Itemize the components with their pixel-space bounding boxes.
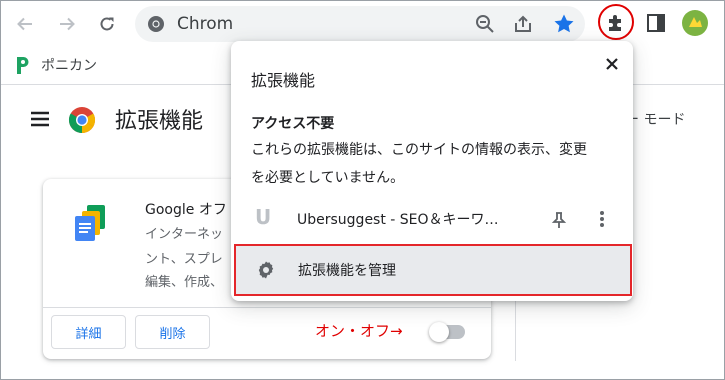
address-text[interactable]: Chrom — [177, 14, 267, 34]
bookmark-ponikan[interactable]: ポニカン — [15, 55, 97, 75]
toggle-knob — [429, 322, 449, 342]
remove-button[interactable]: 削除 — [135, 315, 210, 349]
forward-button[interactable] — [53, 10, 81, 38]
reload-button[interactable] — [93, 10, 121, 38]
bookmark-star-icon[interactable] — [553, 13, 575, 35]
extension-card-desc-line: 編集、作成、 — [145, 275, 224, 290]
address-bar[interactable]: Chrom — [135, 6, 585, 42]
back-button[interactable] — [11, 10, 39, 38]
profile-avatar-icon[interactable] — [681, 9, 709, 37]
chrome-site-icon — [148, 16, 164, 32]
manage-extensions-label: 拡張機能を管理 — [298, 263, 396, 279]
developer-mode-label[interactable]: ー モード — [625, 109, 685, 129]
close-button[interactable] — [601, 53, 623, 75]
popup-description: これらの拡張機能は、このサイトの情報の表示、変更 — [251, 142, 587, 158]
extension-card-desc-line: ント、スプレ — [145, 252, 223, 267]
extensions-popup: 拡張機能 アクセス不要 これらの拡張機能は、このサイトの情報の表示、変更 を必要… — [231, 41, 633, 301]
chrome-logo-icon — [68, 107, 96, 134]
reload-icon — [100, 17, 114, 31]
puzzle-extensions-icon[interactable] — [605, 12, 627, 34]
popup-title: 拡張機能 — [251, 71, 316, 90]
extension-toggle[interactable] — [429, 322, 465, 342]
more-vert-icon[interactable] — [599, 210, 605, 228]
card-divider — [43, 307, 491, 308]
browser-window: Chrom ポニカン 拡張機能 ー モード Google オフ インターネッ ン… — [0, 0, 725, 380]
hamburger-menu-icon[interactable] — [29, 109, 51, 129]
zoom-out-icon[interactable] — [475, 14, 495, 34]
settings-gear-icon — [258, 261, 274, 279]
on-off-annotation: オン・オフ→ — [315, 322, 403, 340]
manage-extensions-button[interactable]: 拡張機能を管理 — [234, 244, 632, 296]
share-icon[interactable] — [513, 14, 533, 34]
close-icon — [606, 58, 618, 70]
side-panel-icon[interactable] — [646, 13, 666, 33]
p-logo-icon — [17, 57, 29, 74]
pin-icon[interactable] — [551, 211, 567, 229]
popup-section-heading: アクセス不要 — [251, 116, 335, 132]
ubersuggest-icon: U — [255, 205, 272, 229]
extension-card-title: Google オフ — [145, 202, 227, 218]
extension-card-desc-line: インターネッ — [145, 227, 224, 242]
arrow-left-icon — [17, 17, 32, 31]
extension-name: Ubersuggest - SEO＆キーワ… — [297, 212, 499, 228]
bookmark-label: ポニカン — [41, 58, 97, 74]
popup-description: を必要としていません。 — [251, 170, 405, 186]
google-docs-offline-icon — [75, 205, 105, 241]
extension-list-item[interactable]: U Ubersuggest - SEO＆キーワ… — [231, 199, 633, 239]
arrow-right-icon — [60, 17, 75, 31]
details-button[interactable]: 詳細 — [51, 315, 126, 349]
page-title: 拡張機能 — [115, 109, 204, 134]
